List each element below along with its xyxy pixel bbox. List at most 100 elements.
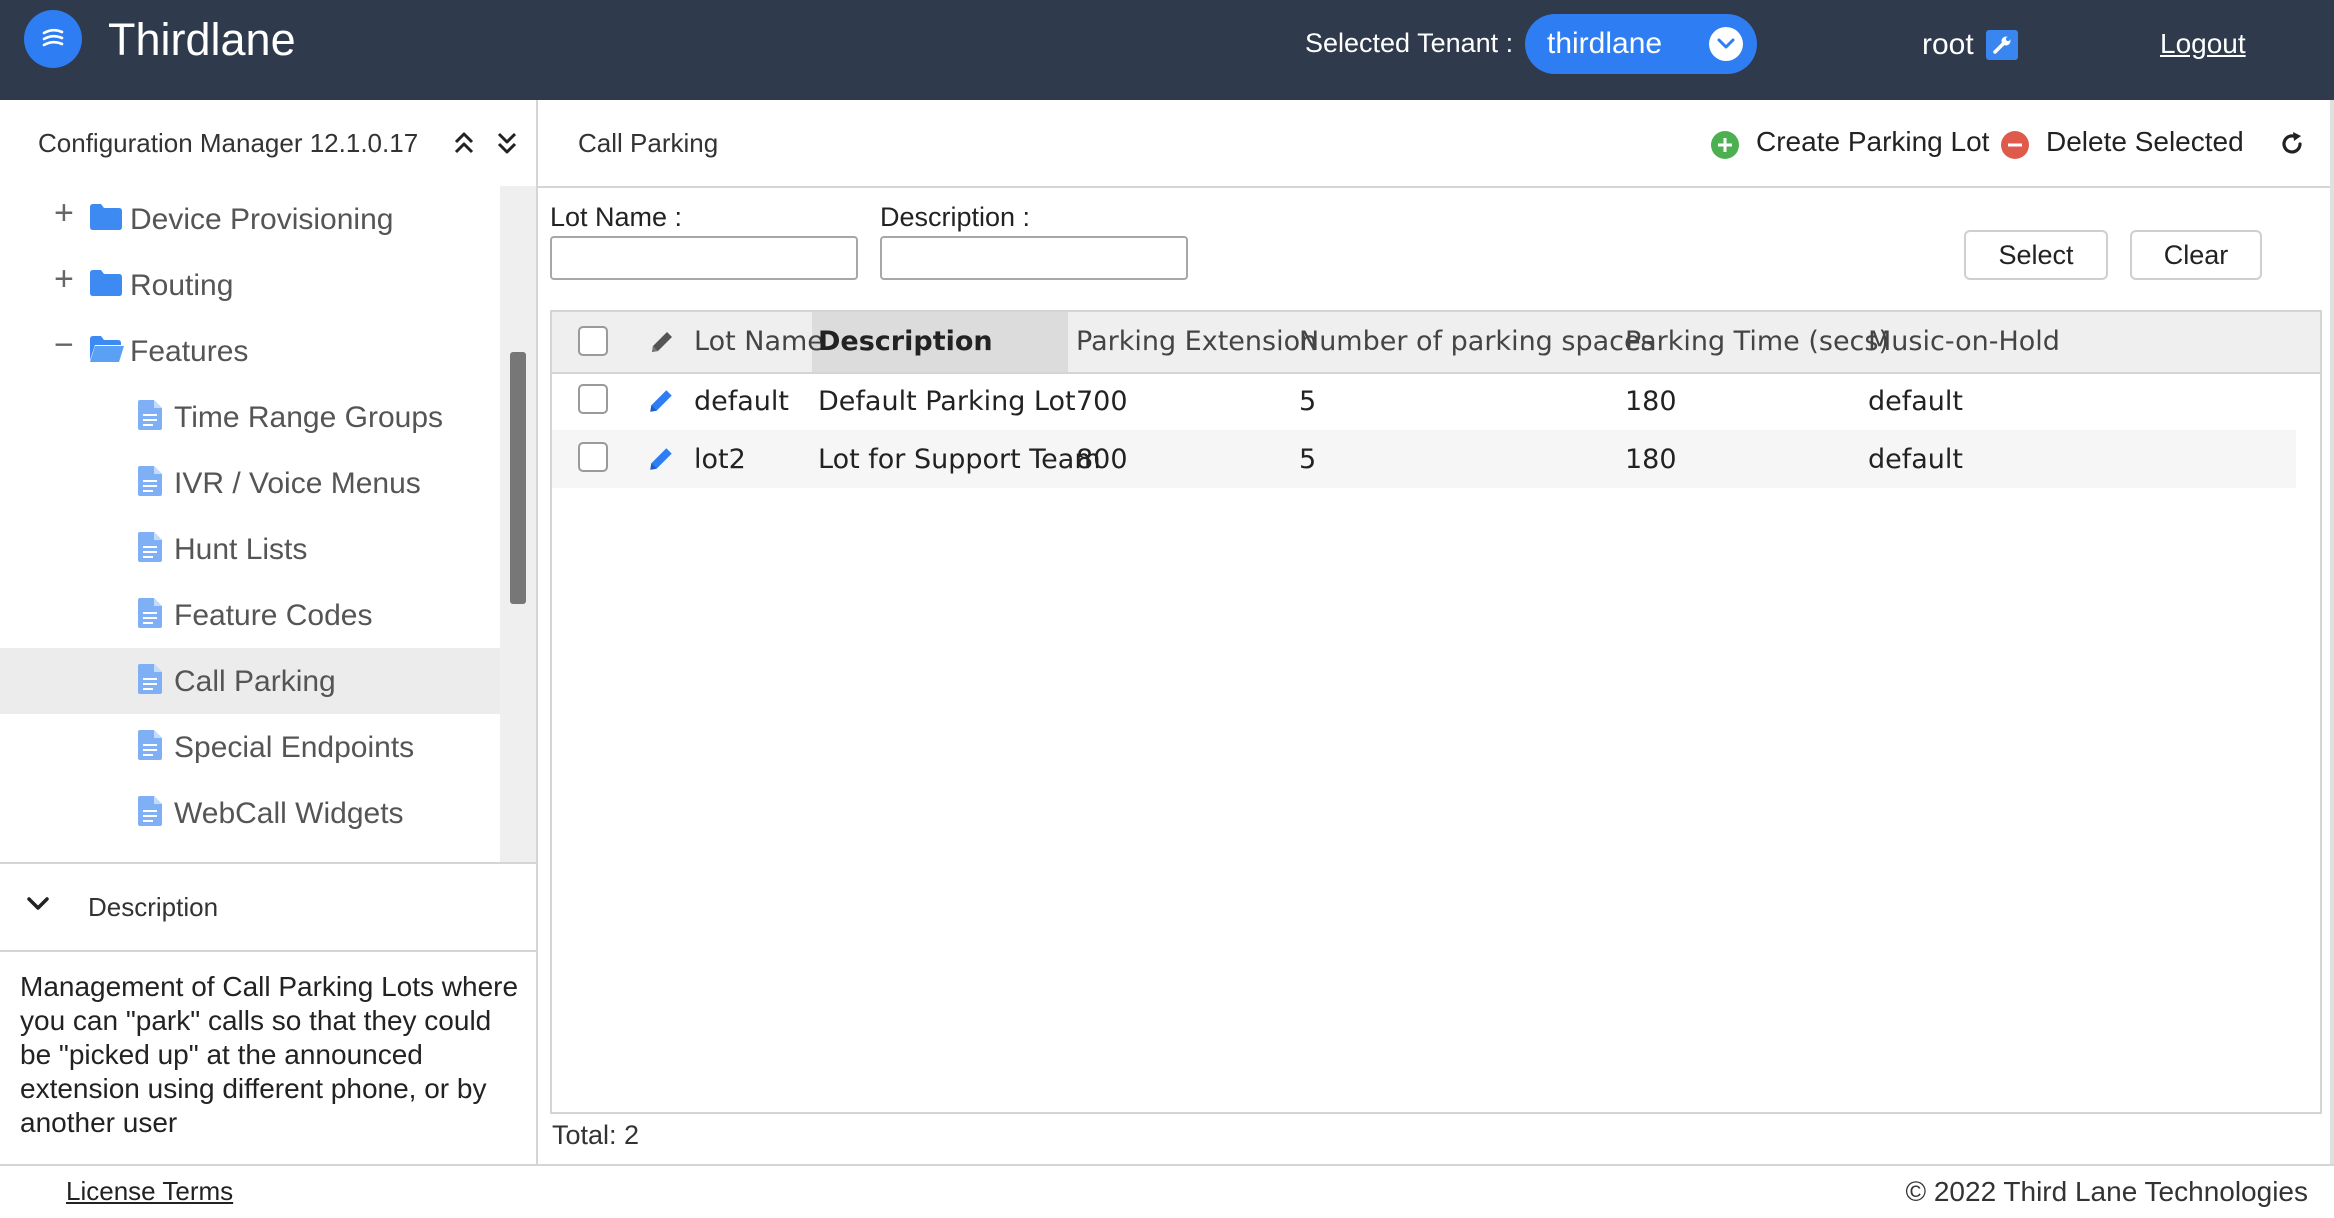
document-icon (138, 796, 162, 831)
tree-item-features[interactable]: − Features (0, 318, 500, 384)
select-button[interactable]: Select (1964, 230, 2108, 280)
cell-description: Default Parking Lot (818, 386, 1076, 417)
brand-title: Thirdlane (108, 14, 296, 65)
tree-item-label: Special Endpoints (174, 731, 415, 764)
tree-scrollbar-thumb[interactable] (510, 352, 526, 604)
left-panel: Configuration Manager 12.1.0.17 + Device… (0, 100, 538, 1166)
document-icon (138, 598, 162, 633)
main-toolbar: Call Parking Create Parking Lot Delete S… (538, 100, 2334, 188)
tree-item-call-parking[interactable]: Call Parking (0, 648, 500, 714)
column-header-description[interactable]: Description (818, 326, 993, 357)
edit-pencil-icon[interactable] (646, 386, 676, 421)
tenant-label: Selected Tenant : (1305, 28, 1514, 58)
cell-music-on-hold: default (1868, 444, 1964, 475)
folder-open-icon (90, 336, 124, 367)
cell-parking-spaces: 5 (1299, 386, 1317, 417)
tree-item-device-provisioning[interactable]: + Device Provisioning (0, 186, 500, 252)
refresh-icon[interactable] (2278, 130, 2306, 163)
chevron-down-icon[interactable] (1709, 27, 1743, 61)
document-icon (138, 400, 162, 435)
document-icon (138, 664, 162, 699)
collapse-all-icon[interactable] (452, 130, 476, 161)
tree-item-label: Routing (130, 269, 234, 302)
select-all-checkbox[interactable] (578, 326, 608, 356)
folder-icon (90, 270, 122, 301)
wrench-icon[interactable] (1986, 30, 2018, 60)
thirdlane-logo-icon[interactable] (24, 10, 82, 68)
column-header-parking-time[interactable]: Parking Time (secs) (1625, 326, 1889, 357)
license-terms-link[interactable]: License Terms (66, 1176, 233, 1207)
footer: License Terms © 2022 Third Lane Technolo… (0, 1164, 2334, 1218)
main-panel: Call Parking Create Parking Lot Delete S… (538, 100, 2334, 1166)
create-parking-lot-button[interactable]: Create Parking Lot (1756, 126, 1989, 158)
cell-parking-extension: 700 (1076, 386, 1128, 417)
user-name[interactable]: root (1922, 28, 1974, 62)
parking-lots-table: Lot Name Description Parking Extension N… (550, 310, 2322, 1114)
description-label: Description : (880, 202, 1031, 232)
tree-item-special-endpoints[interactable]: Special Endpoints (0, 714, 500, 780)
cell-parking-time: 180 (1625, 386, 1677, 417)
cell-parking-time: 180 (1625, 444, 1677, 475)
tenant-value: thirdlane (1547, 27, 1663, 60)
folder-icon (90, 204, 122, 235)
tree-item-label: Feature Codes (174, 599, 373, 632)
tree-item-label: IVR / Voice Menus (174, 467, 421, 500)
lot-name-label: Lot Name : (550, 202, 683, 232)
table-row[interactable]: default Default Parking Lot 700 5 180 de… (552, 372, 2296, 430)
page-border (2330, 100, 2334, 1166)
delete-selected-button[interactable]: Delete Selected (2046, 126, 2244, 158)
row-checkbox[interactable] (578, 384, 608, 414)
document-icon (138, 466, 162, 501)
expand-all-icon[interactable] (495, 130, 519, 161)
navigation-tree: + Device Provisioning + Routing − Featur… (0, 186, 500, 862)
logout-link[interactable]: Logout (2160, 28, 2246, 60)
tree-item-label: Device Provisioning (130, 203, 394, 236)
column-header-parking-extension[interactable]: Parking Extension (1076, 326, 1317, 357)
page-title: Call Parking (578, 128, 719, 158)
copyright-text: © 2022 Third Lane Technologies (1905, 1176, 2308, 1207)
expand-icon[interactable]: + (54, 194, 74, 233)
tree-item-hunt-lists[interactable]: Hunt Lists (0, 516, 500, 582)
config-manager-title: Configuration Manager 12.1.0.17 (38, 128, 419, 158)
description-title: Description (88, 892, 219, 922)
description-text: Management of Call Parking Lots where yo… (20, 971, 519, 1138)
tree-item-label: Features (130, 335, 249, 368)
remove-circle-icon[interactable] (2000, 130, 2030, 165)
column-header-music-on-hold[interactable]: Music-on-Hold (1868, 326, 2060, 357)
tenant-select[interactable]: thirdlane (1525, 14, 1757, 74)
tree-item-label: Hunt Lists (174, 533, 308, 566)
description-input[interactable] (880, 236, 1188, 280)
edit-pencil-icon[interactable] (646, 444, 676, 479)
collapse-icon[interactable]: − (54, 326, 74, 365)
tree-item-label: WebCall Widgets (174, 797, 404, 830)
column-header-parking-spaces[interactable]: Number of parking spaces (1299, 326, 1655, 357)
column-header-lot-name[interactable]: Lot Name (694, 326, 824, 357)
table-row[interactable]: lot2 Lot for Support Team 800 5 180 defa… (552, 430, 2296, 488)
description-header[interactable]: Description (0, 862, 536, 952)
clear-button[interactable]: Clear (2130, 230, 2262, 280)
document-icon (138, 532, 162, 567)
cell-lot-name: lot2 (694, 444, 746, 475)
document-icon (138, 730, 162, 765)
pencil-icon (648, 328, 676, 361)
tree-item-feature-codes[interactable]: Feature Codes (0, 582, 500, 648)
top-header: Thirdlane Selected Tenant : thirdlane ro… (0, 0, 2334, 100)
cell-parking-extension: 800 (1076, 444, 1128, 475)
total-count: Total: 2 (552, 1120, 640, 1150)
lot-name-input[interactable] (550, 236, 858, 280)
cell-parking-spaces: 5 (1299, 444, 1317, 475)
tree-item-ivr-voice-menus[interactable]: IVR / Voice Menus (0, 450, 500, 516)
tree-item-label: Time Range Groups (174, 401, 444, 434)
cell-description: Lot for Support Team (818, 444, 1101, 475)
chevron-down-icon[interactable] (26, 896, 50, 917)
tree-item-time-range-groups[interactable]: Time Range Groups (0, 384, 500, 450)
tree-item-label: Call Parking (174, 665, 336, 698)
row-checkbox[interactable] (578, 442, 608, 472)
tree-item-webcall-widgets[interactable]: WebCall Widgets (0, 780, 500, 846)
cell-music-on-hold: default (1868, 386, 1964, 417)
cell-lot-name: default (694, 386, 790, 417)
expand-icon[interactable]: + (54, 260, 74, 299)
add-circle-icon[interactable] (1710, 130, 1740, 165)
tree-item-routing[interactable]: + Routing (0, 252, 500, 318)
table-header: Lot Name Description Parking Extension N… (552, 312, 2320, 374)
